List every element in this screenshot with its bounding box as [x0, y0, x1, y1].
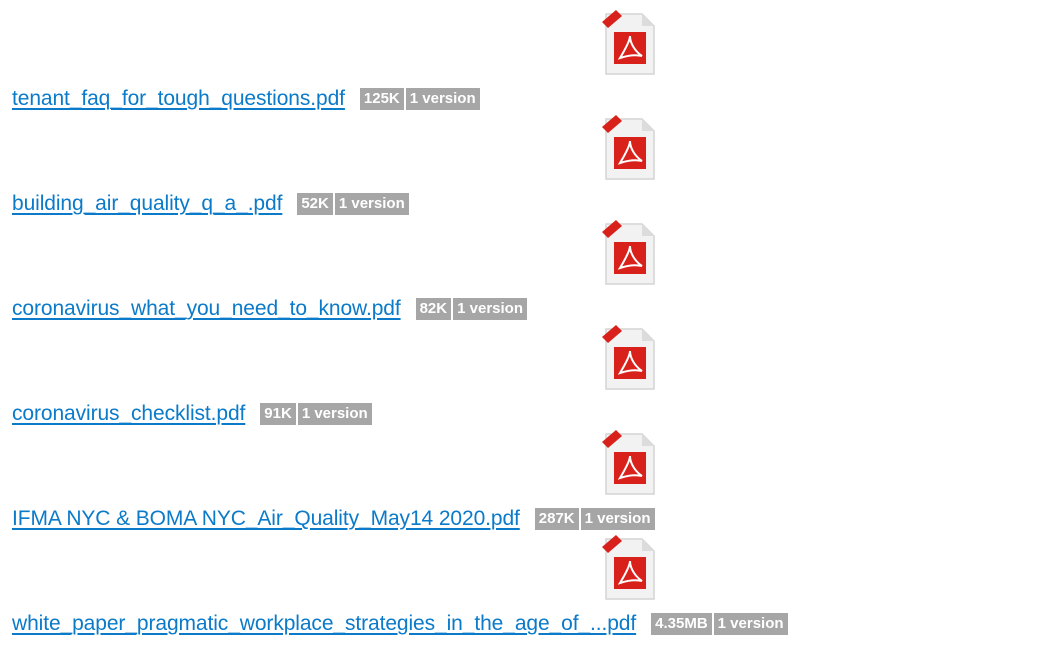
file-size-badge: 82K: [415, 298, 452, 320]
file-size-badge: 52K: [297, 193, 333, 215]
file-link[interactable]: tenant_faq_for_tough_questions.pdf: [12, 86, 345, 112]
file-link[interactable]: IFMA NYC & BOMA NYC_Air_Quality_May14 20…: [12, 506, 520, 532]
pdf-icon[interactable]: [600, 8, 660, 78]
file-row: coronavirus_what_you_need_to_know.pdf 82…: [12, 296, 529, 322]
file-link[interactable]: white_paper_pragmatic_workplace_strategi…: [12, 611, 636, 637]
file-row: IFMA NYC & BOMA NYC_Air_Quality_May14 20…: [12, 506, 657, 532]
version-badge[interactable]: 1 version: [453, 298, 527, 320]
file-entry: coronavirus_checklist.pdf 91K 1 version: [0, 323, 1055, 443]
pdf-icon[interactable]: [600, 428, 660, 498]
pdf-icon[interactable]: [600, 113, 660, 183]
file-size-badge: 4.35MB: [651, 613, 712, 635]
file-size-badge: 125K: [359, 88, 404, 110]
version-badge[interactable]: 1 version: [334, 193, 409, 215]
file-link[interactable]: coronavirus_what_you_need_to_know.pdf: [12, 296, 401, 322]
file-row: coronavirus_checklist.pdf 91K 1 version: [12, 401, 374, 427]
file-size-badge: 287K: [534, 508, 579, 530]
file-size-badge: 91K: [260, 403, 296, 425]
file-row: tenant_faq_for_tough_questions.pdf 125K …: [12, 86, 482, 112]
file-entry: IFMA NYC & BOMA NYC_Air_Quality_May14 20…: [0, 428, 1055, 548]
file-row: building_air_quality_q_a_.pdf 52K 1 vers…: [12, 191, 411, 217]
file-entry: coronavirus_what_you_need_to_know.pdf 82…: [0, 218, 1055, 338]
version-badge[interactable]: 1 version: [580, 508, 655, 530]
file-row: white_paper_pragmatic_workplace_strategi…: [12, 611, 790, 637]
pdf-icon[interactable]: [600, 323, 660, 393]
file-list: tenant_faq_for_tough_questions.pdf 125K …: [0, 0, 1055, 658]
version-badge[interactable]: 1 version: [405, 88, 480, 110]
version-badge[interactable]: 1 version: [297, 403, 372, 425]
file-entry: white_paper_pragmatic_workplace_strategi…: [0, 533, 1055, 653]
pdf-icon[interactable]: [600, 218, 660, 288]
file-link[interactable]: coronavirus_checklist.pdf: [12, 401, 245, 427]
version-badge[interactable]: 1 version: [713, 613, 788, 635]
file-entry: tenant_faq_for_tough_questions.pdf 125K …: [0, 8, 1055, 128]
file-link[interactable]: building_air_quality_q_a_.pdf: [12, 191, 282, 217]
file-entry: building_air_quality_q_a_.pdf 52K 1 vers…: [0, 113, 1055, 233]
pdf-icon[interactable]: [600, 533, 660, 603]
